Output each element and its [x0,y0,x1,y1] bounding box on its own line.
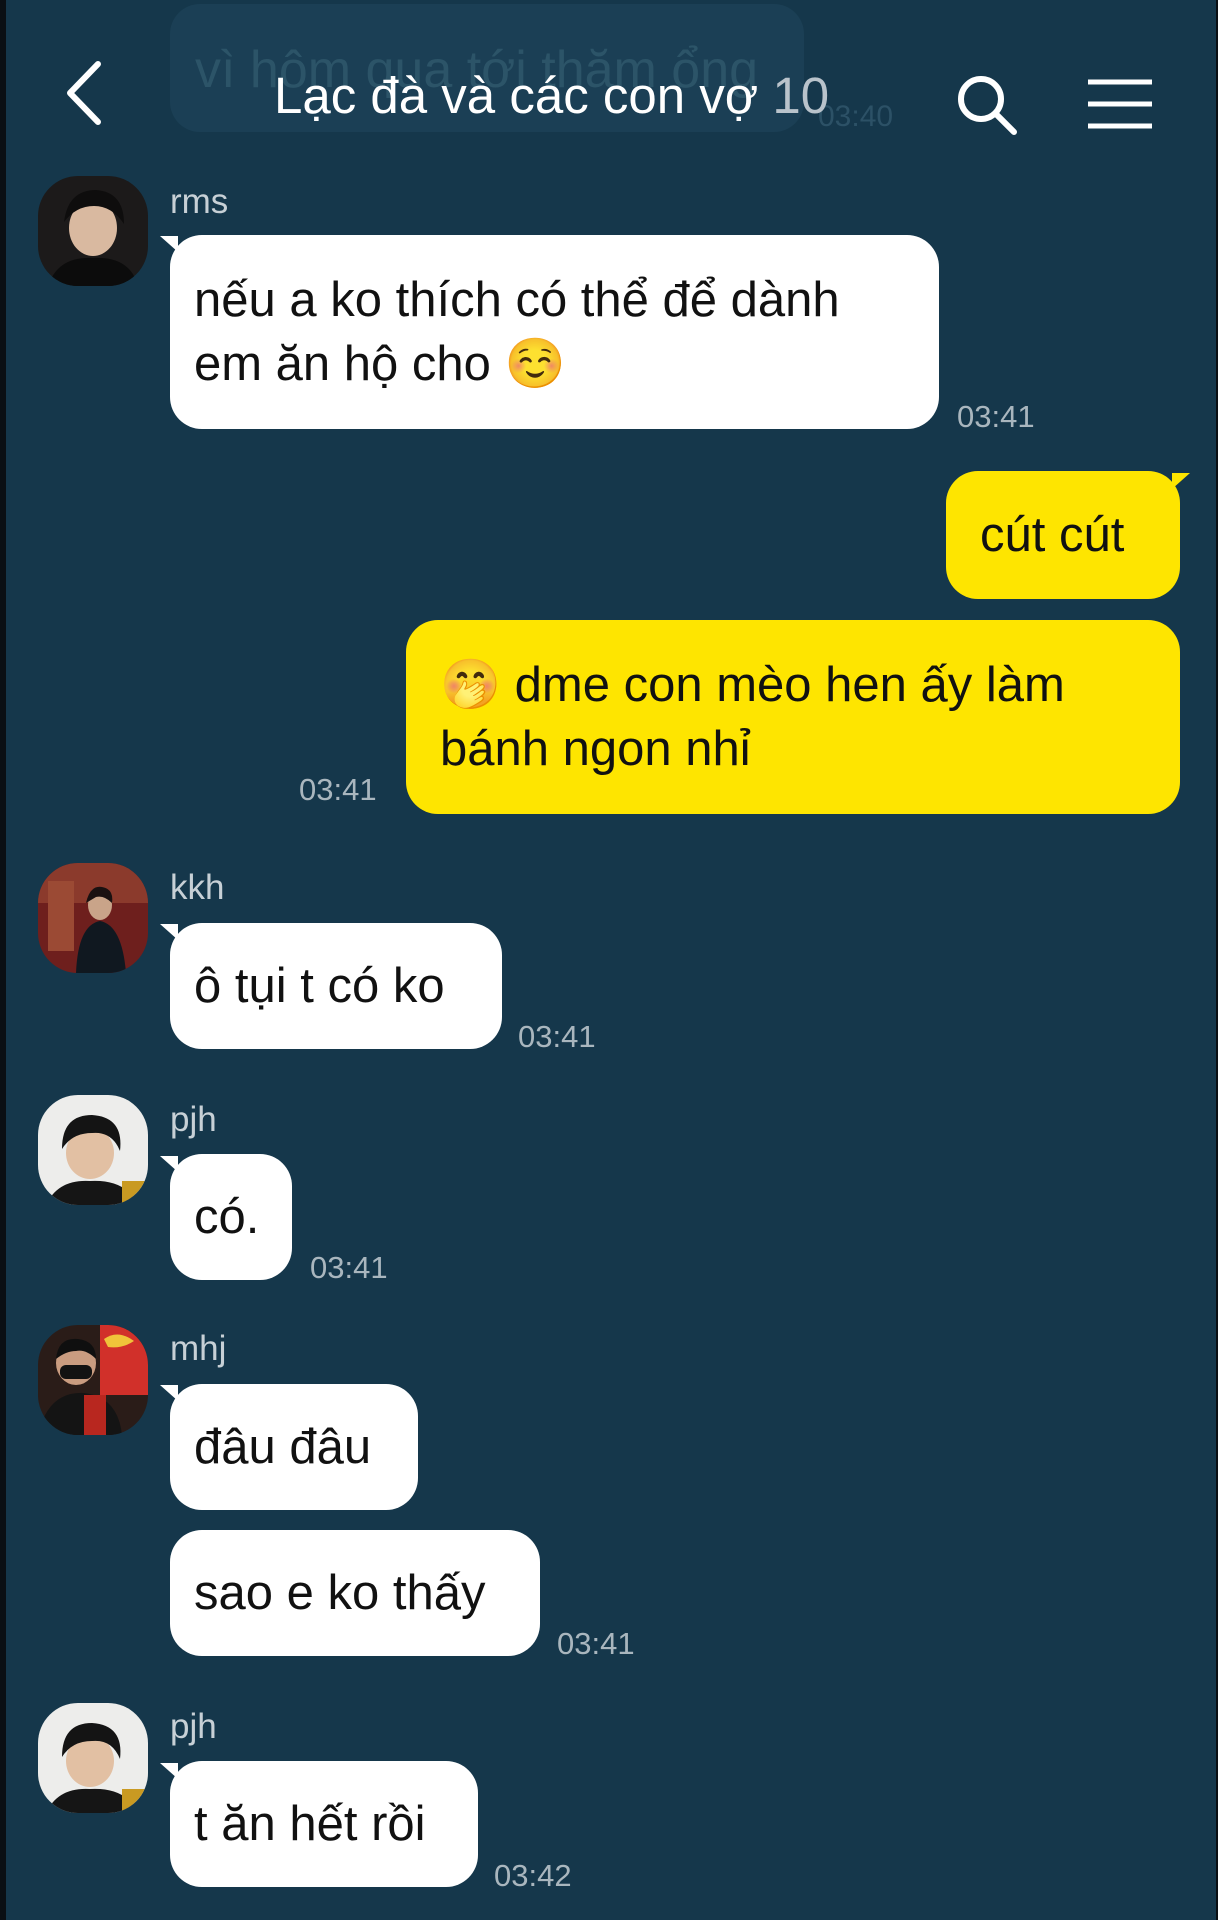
message-line: t ăn hết rồi [194,1797,426,1851]
sender-name: pjh [170,1100,217,1139]
message-line: em ăn hộ cho [194,337,491,391]
sender-name: pjh [170,1707,217,1746]
message-line: cút cút [980,508,1125,562]
chat-screen: vì hôm qua tới thăm ổng 03:40 Lạc đà và … [0,0,1218,1920]
message-line-with-emoji: 🤭 dme con mèo hen ấy làm [440,653,1180,717]
menu-icon [1088,79,1152,129]
avatar-photo [38,1703,148,1813]
chat-title-name: Lạc đà và các con vợ [274,67,759,124]
message-time: 03:41 [310,1250,388,1285]
message-line: đâu đâu [194,1420,372,1474]
avatar-photo [38,176,148,286]
avatar-pjh[interactable] [38,1703,148,1813]
message-bubble[interactable]: nếu a ko thích có thể để dành em ăn hộ c… [170,235,939,429]
smiling-face-icon: ☺️ [504,335,566,392]
menu-button[interactable] [1086,78,1154,132]
avatar-photo [38,863,148,973]
avatar-mhj[interactable] [38,1325,148,1435]
avatar-photo [38,1095,148,1205]
message-time: 03:41 [518,1019,596,1054]
sender-name: mhj [170,1329,227,1368]
sender-name: kkh [170,868,225,907]
message-time: 03:41 [557,1626,635,1661]
avatar-rms[interactable] [38,176,148,286]
message-bubble[interactable]: đâu đâu [170,1384,418,1510]
message-line: nếu a ko thích có thể để dành [194,273,840,327]
message-bubble[interactable]: ô tụi t có ko [170,923,502,1049]
chat-title: Lạc đà và các con vợ 10 [274,66,829,125]
message-line: ô tụi t có ko [194,959,445,1013]
message-line: bánh ngon nhỉ [440,722,751,776]
screen-edge-left [0,0,6,1920]
message-time: 03:41 [957,399,1035,434]
message-line: dme con mèo hen ấy làm [514,658,1065,712]
message-bubble[interactable]: t ăn hết rồi [170,1761,478,1887]
message-time: 03:41 [299,772,377,807]
sender-name: rms [170,182,229,221]
message-time: 03:42 [494,1858,572,1893]
message-bubble[interactable]: 🤭 dme con mèo hen ấy làm bánh ngon nhỉ [406,620,1180,814]
member-count: 10 [772,67,830,124]
message-bubble[interactable]: có. [170,1154,292,1280]
search-icon [958,76,1017,135]
message-line: có. [194,1190,260,1244]
scrolled-message-time: 03:40 [818,100,894,133]
chevron-left-icon [67,61,101,125]
bubble-tail [1172,473,1190,489]
message-line: sao e ko thấy [194,1566,486,1620]
message-line-with-emoji: em ăn hộ cho ☺️ [194,332,939,396]
message-bubble[interactable]: sao e ko thấy [170,1530,540,1656]
face-with-hand-over-mouth-icon: 🤭 [440,656,502,713]
avatar-pjh[interactable] [38,1095,148,1205]
avatar-photo [38,1325,148,1435]
avatar-kkh[interactable] [38,863,148,973]
back-button[interactable] [58,58,118,128]
message-bubble[interactable]: cút cút [946,471,1180,599]
search-button[interactable] [954,72,1022,140]
